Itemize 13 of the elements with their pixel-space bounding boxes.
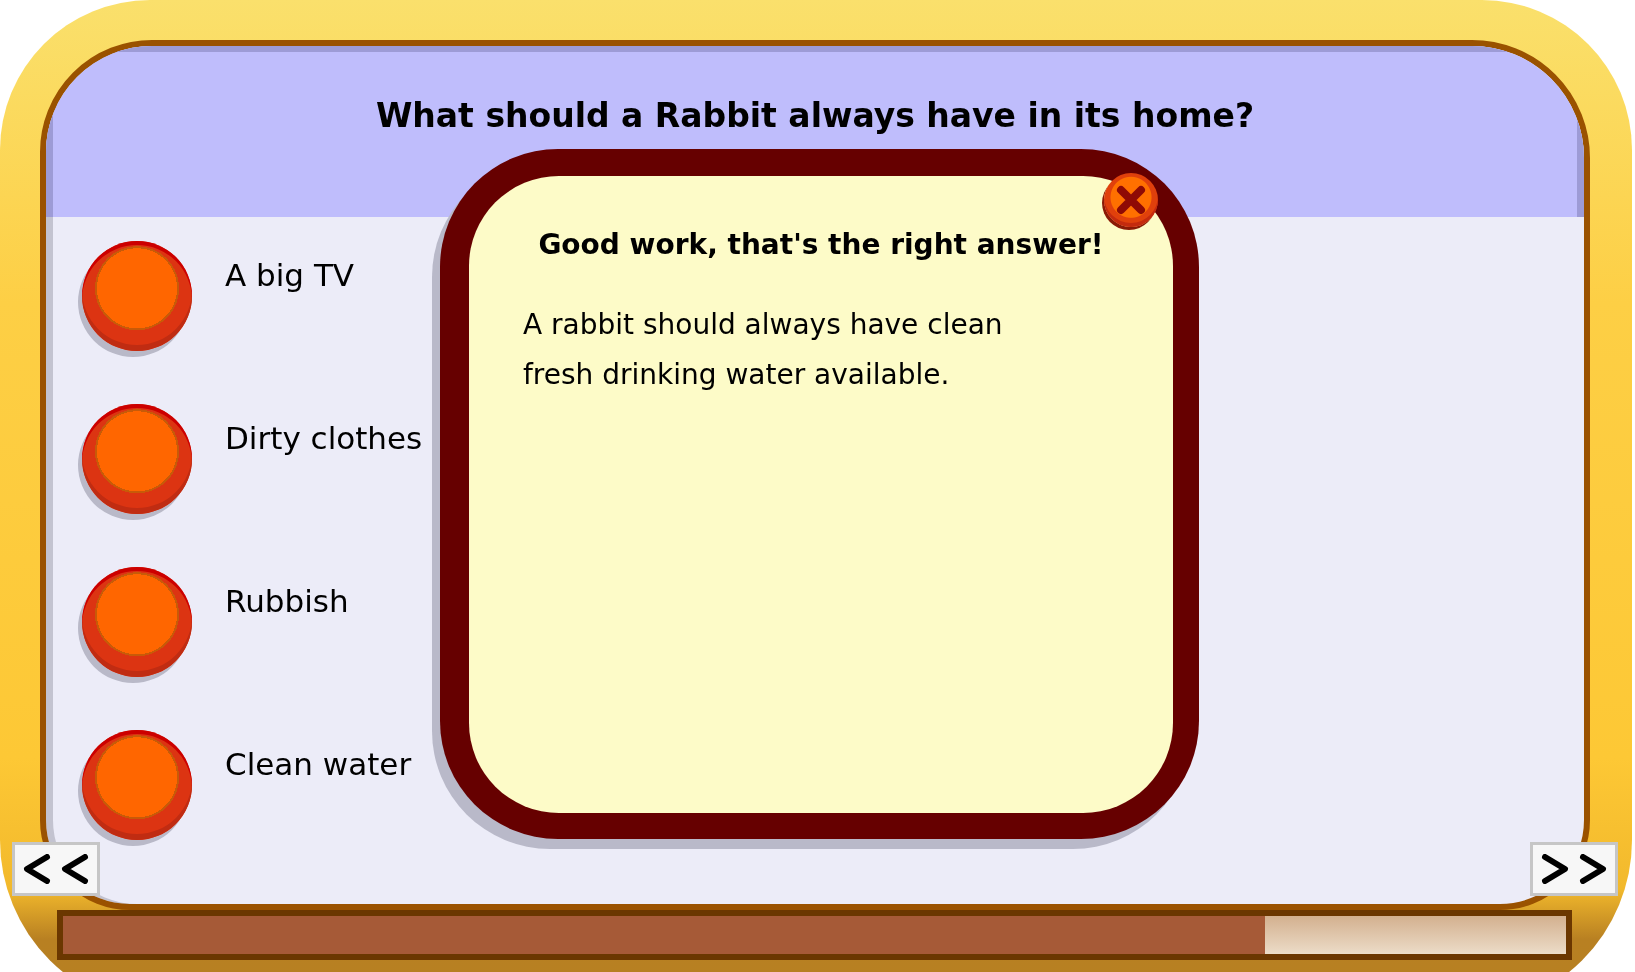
close-icon bbox=[1115, 184, 1147, 216]
double-chevron-left-icon bbox=[23, 854, 89, 884]
question-text: What should a Rabbit always have in its home? bbox=[375, 96, 1255, 136]
feedback-title: Good work, that's the right answer! bbox=[538, 227, 1104, 263]
previous-button[interactable] bbox=[12, 842, 100, 896]
double-chevron-right-icon bbox=[1541, 854, 1607, 884]
answer-label: Rubbish bbox=[225, 582, 349, 620]
answer-label: A big TV bbox=[225, 256, 355, 294]
feedback-message: A rabbit should always have clean fresh drinking water available. bbox=[523, 307, 1004, 393]
next-button[interactable] bbox=[1530, 842, 1618, 896]
close-button[interactable] bbox=[1104, 173, 1158, 227]
answer-label: Clean water bbox=[225, 745, 412, 783]
answer-label: Dirty clothes bbox=[225, 419, 423, 457]
